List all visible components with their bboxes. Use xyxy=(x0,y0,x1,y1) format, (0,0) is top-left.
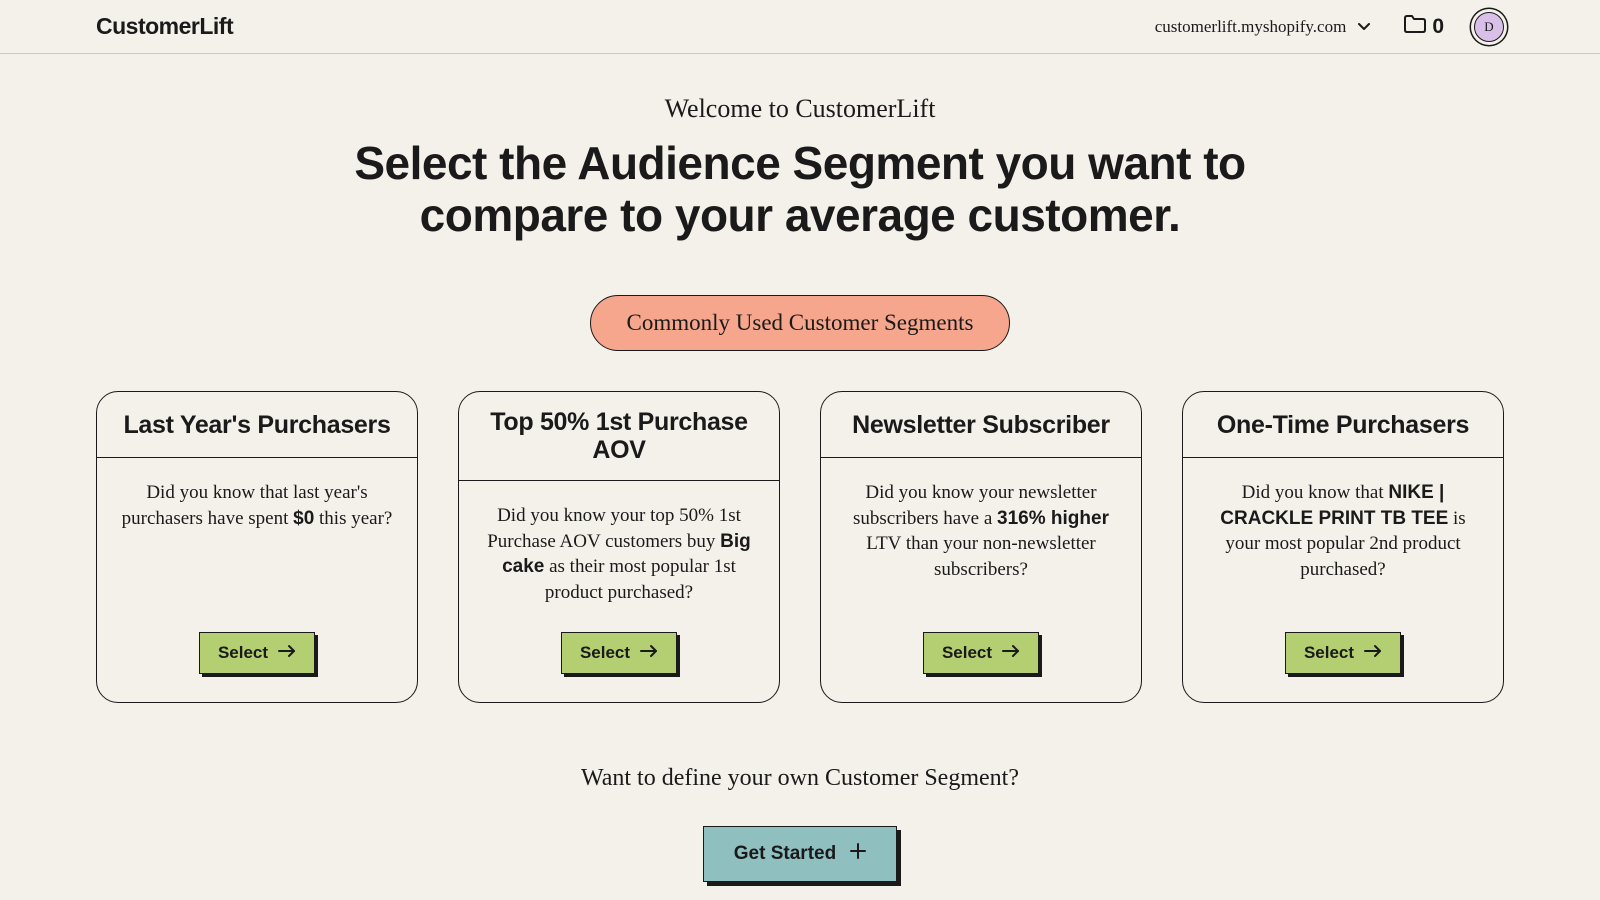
segment-card: Top 50% 1st Purchase AOV Did you know yo… xyxy=(458,391,780,703)
segment-card-text: Did you know your newsletter subscribers… xyxy=(841,480,1121,583)
plus-icon xyxy=(850,843,866,865)
select-button[interactable]: Select xyxy=(1285,632,1401,674)
arrow-right-icon xyxy=(278,643,296,663)
segment-card: One-Time Purchasers Did you know that NI… xyxy=(1182,391,1504,703)
main-content: Welcome to CustomerLift Select the Audie… xyxy=(0,54,1600,882)
segment-card-head: Last Year's Purchasers xyxy=(97,392,417,458)
page-headline: Select the Audience Segment you want to … xyxy=(260,138,1340,241)
segment-card-head: Newsletter Subscriber xyxy=(821,392,1141,458)
welcome-text: Welcome to CustomerLift xyxy=(96,94,1504,124)
folder-count-value: 0 xyxy=(1432,15,1444,39)
segment-card-body: Did you know your newsletter subscribers… xyxy=(821,458,1141,702)
segment-card: Last Year's Purchasers Did you know that… xyxy=(96,391,418,703)
select-button-label: Select xyxy=(218,643,268,663)
arrow-right-icon xyxy=(1002,643,1020,663)
select-button[interactable]: Select xyxy=(199,632,315,674)
segment-card-text: Did you know that NIKE | CRACKLE PRINT T… xyxy=(1203,480,1483,583)
select-button-label: Select xyxy=(942,643,992,663)
folder-count[interactable]: 0 xyxy=(1404,15,1444,39)
segment-card-text: Did you know that last year's purchasers… xyxy=(117,480,397,531)
segment-card-text: Did you know your top 50% 1st Purchase A… xyxy=(479,503,759,606)
store-selector[interactable]: customerlift.myshopify.com xyxy=(1155,17,1371,37)
segment-card-head: Top 50% 1st Purchase AOV xyxy=(459,392,779,481)
avatar-initial: D xyxy=(1484,19,1493,35)
segment-card-title: One-Time Purchasers xyxy=(1217,411,1469,439)
segment-card-head: One-Time Purchasers xyxy=(1183,392,1503,458)
segment-card-title: Top 50% 1st Purchase AOV xyxy=(475,408,763,464)
select-button-label: Select xyxy=(580,643,630,663)
segment-card-body: Did you know that NIKE | CRACKLE PRINT T… xyxy=(1183,458,1503,702)
avatar[interactable]: D xyxy=(1474,12,1504,42)
custom-segment-prompt: Want to define your own Customer Segment… xyxy=(96,765,1504,792)
select-button[interactable]: Select xyxy=(561,632,677,674)
segment-card-title: Last Year's Purchasers xyxy=(123,411,390,439)
app-header: CustomerLift customerlift.myshopify.com … xyxy=(0,0,1600,54)
segment-cards-row: Last Year's Purchasers Did you know that… xyxy=(96,391,1504,703)
chevron-down-icon xyxy=(1358,23,1370,31)
select-button-label: Select xyxy=(1304,643,1354,663)
segment-card-body: Did you know your top 50% 1st Purchase A… xyxy=(459,481,779,702)
segment-card: Newsletter Subscriber Did you know your … xyxy=(820,391,1142,703)
select-button[interactable]: Select xyxy=(923,632,1039,674)
arrow-right-icon xyxy=(1364,643,1382,663)
common-segments-pill[interactable]: Commonly Used Customer Segments xyxy=(590,295,1011,351)
store-domain: customerlift.myshopify.com xyxy=(1155,17,1347,37)
segment-card-title: Newsletter Subscriber xyxy=(852,411,1110,439)
arrow-right-icon xyxy=(640,643,658,663)
get-started-label: Get Started xyxy=(734,843,836,865)
folder-icon xyxy=(1404,15,1426,39)
segment-card-body: Did you know that last year's purchasers… xyxy=(97,458,417,702)
app-logo: CustomerLift xyxy=(96,13,1155,40)
get-started-button[interactable]: Get Started xyxy=(703,826,897,882)
